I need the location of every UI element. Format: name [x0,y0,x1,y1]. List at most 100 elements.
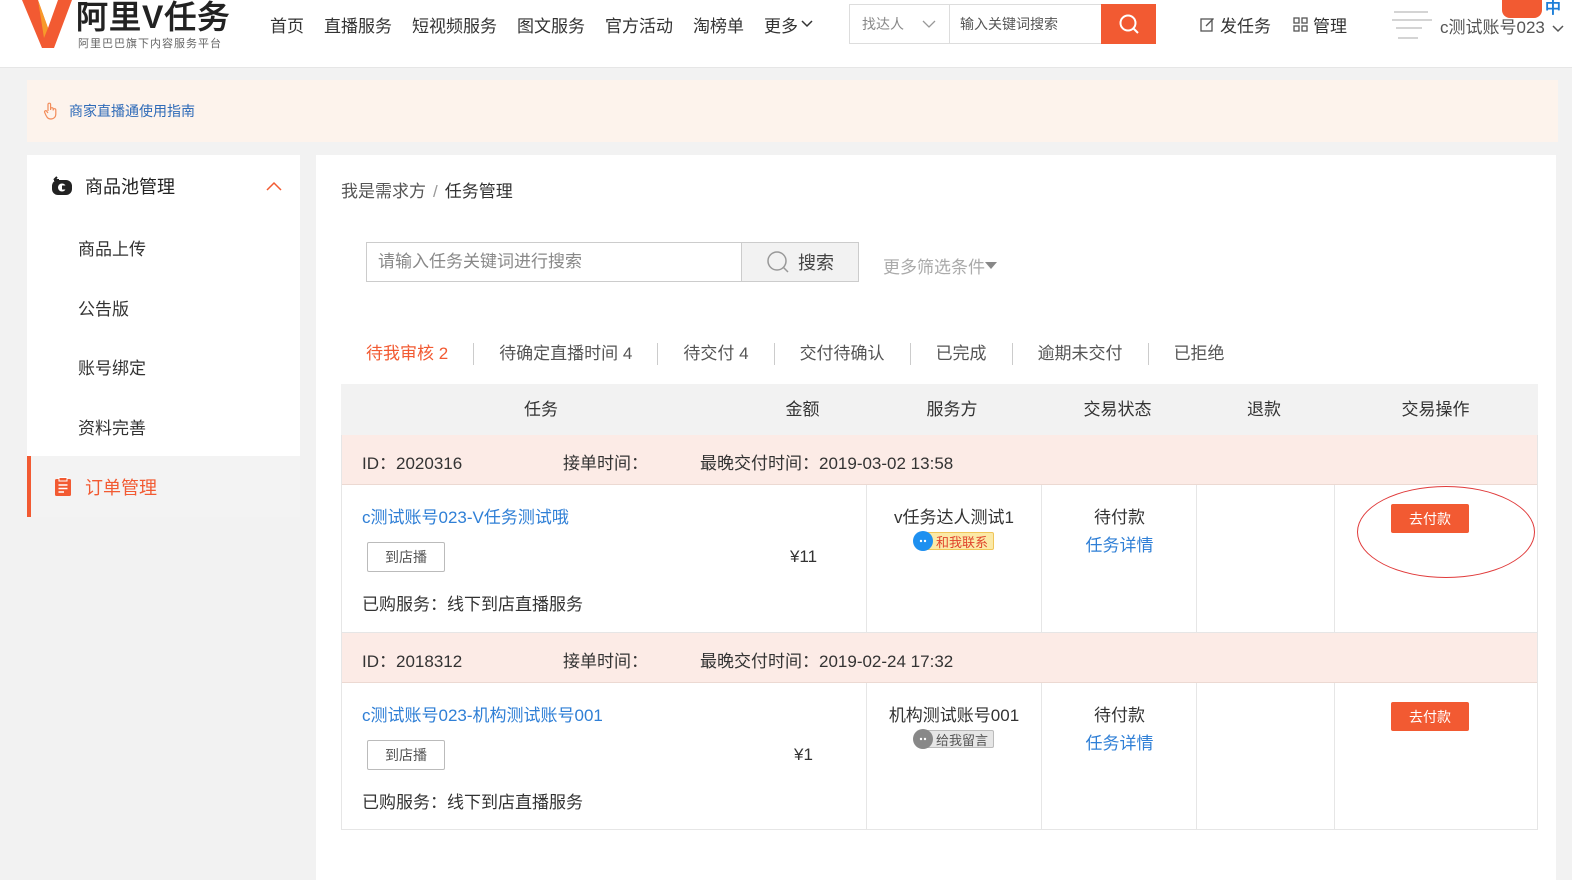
breadcrumb-current: 任务管理 [444,182,513,201]
tab-pending-delivery[interactable]: 待交付 4 [657,343,773,365]
table-header: 任务 金额 服务方 交易状态 退款 交易操作 [341,384,1538,435]
sidebar-item-order-management[interactable]: 订单管理 [27,456,300,517]
task-detail-link[interactable]: 任务详情 [1042,531,1197,556]
account-name: c测试账号023 [1440,18,1545,37]
leave-message-button[interactable]: 给我留言 [913,729,995,749]
product-pool-icon [52,176,72,195]
task-title-link[interactable]: c测试账号023-机构测试账号001 [362,701,603,726]
sidebar: 商品池管理 商品上传 公告版 账号绑定 资料完善 订单管理 [27,155,300,517]
bought-service: 已购服务：线下到店直播服务 [362,595,583,614]
tab-pending-review[interactable]: 待我审核 2 [341,343,473,365]
main-nav: 首页 直播服务 短视频服务 图文服务 官方活动 淘榜单 更多 [260,0,823,48]
search-type-select[interactable]: 找达人 [850,5,950,43]
sidebar-item-bulletin[interactable]: 公告版 [27,277,300,337]
order-id: ID：2018312 [362,652,463,671]
avatar-image-icon [1388,4,1436,48]
column-header-action: 交易操作 [1401,400,1470,419]
search-icon [767,251,789,273]
sidebar-group-label: 商品池管理 [85,177,175,197]
sidebar-item-label: 商品上传 [78,239,146,259]
sidebar-item-label: 资料完善 [78,418,146,438]
order-id: ID：2020316 [362,454,463,473]
sidebar-item-label: 公告版 [78,299,129,319]
grid-icon [1293,16,1308,32]
column-divider [1196,485,1197,632]
avatar[interactable] [1388,4,1436,48]
column-header-provider: 服务方 [926,400,978,419]
service-tag: 到店播 [367,740,445,770]
global-search-input[interactable] [950,5,1101,43]
trade-status: 待付款 [1094,706,1145,725]
brand-subtitle: 阿里巴巴旗下内容服务平台 [78,38,222,50]
sidebar-item-product-upload[interactable]: 商品上传 [27,217,300,277]
chevron-down-icon [1552,25,1564,33]
chevron-up-icon [266,181,282,191]
brand-title: 阿里V任务 [76,0,231,35]
contact-me-button[interactable]: 和我联系 [913,531,995,551]
corner-text: 中 [1545,0,1562,17]
trade-status: 待付款 [1094,508,1145,527]
order-accept-time: 接单时间： [563,652,648,671]
chevron-down-icon [922,20,936,28]
chevron-down-icon [801,20,813,28]
order-amount: ¥1 [794,745,813,764]
task-title-link[interactable]: c测试账号023-V任务测试哦 [362,503,569,528]
order-row: ID：2018312 接单时间： 最晚交付时间：2019-02-24 17:32… [341,633,1538,830]
tab-rejected[interactable]: 已拒绝 [1147,343,1250,365]
main-content: 我是需求方 / 任务管理 搜索 更多筛选条件 待我审核 2 待确定直播时间 4 待交… [316,155,1556,880]
nav-live-service[interactable]: 直播服务 [314,12,402,37]
corner-badge [1502,0,1542,18]
leave-message-label: 给我留言 [925,730,995,748]
global-search: 找达人 [849,4,1156,44]
nav-taobao-rank[interactable]: 淘榜单 [683,12,754,37]
notice-bar: 商家直播通使用指南 [27,80,1558,142]
tab-delivery-confirm[interactable]: 交付待确认 [773,343,910,365]
header-actions: 发任务 管理 [1200,0,1369,48]
breadcrumb-parent[interactable]: 我是需求方 [341,182,426,201]
logo[interactable]: 阿里V任务 阿里巴巴旗下内容服务平台 [18,0,258,54]
global-search-button[interactable] [1101,4,1156,44]
search-icon [1119,14,1139,34]
tab-overdue[interactable]: 逾期未交付 [1011,343,1148,365]
live-guide-link[interactable]: 商家直播通使用指南 [69,101,195,121]
breadcrumb-separator: / [433,182,438,201]
search-type-value: 找达人 [862,16,904,32]
task-search-input[interactable] [366,242,742,282]
nav-short-video[interactable]: 短视频服务 [402,12,507,37]
edit-icon [1200,17,1214,32]
clipboard-icon [55,476,71,496]
nav-home[interactable]: 首页 [260,12,314,37]
sidebar-group-product-pool[interactable]: 商品池管理 [27,155,300,217]
tab-completed[interactable]: 已完成 [909,343,1012,365]
contact-label: 和我联系 [925,532,995,550]
task-search-button[interactable]: 搜索 [741,242,859,282]
status-tabs: 待我审核 2 待确定直播时间 4 待交付 4 交付待确认 已完成 逾期未交付 已… [341,341,1250,367]
column-divider [1334,485,1335,632]
sidebar-item-profile[interactable]: 资料完善 [27,396,300,456]
nav-more-label: 更多 [764,16,798,36]
manage-label: 管理 [1313,16,1347,36]
manage-link[interactable]: 管理 [1293,12,1347,37]
order-accept-time: 接单时间： [563,454,648,473]
post-task-link[interactable]: 发任务 [1200,12,1271,37]
column-header-status: 交易状态 [1083,400,1152,419]
sidebar-item-label: 账号绑定 [78,358,146,378]
caret-down-icon [985,261,997,269]
nav-official-events[interactable]: 官方活动 [595,12,683,37]
order-deadline: 最晚交付时间：2019-03-02 13:58 [700,454,954,473]
chat-icon [913,531,933,551]
pay-button[interactable]: 去付款 [1391,702,1469,731]
nav-article-service[interactable]: 图文服务 [507,12,595,37]
order-amount: ¥11 [789,547,818,566]
task-detail-link[interactable]: 任务详情 [1042,729,1197,754]
column-divider [1334,683,1335,830]
nav-more[interactable]: 更多 [754,12,823,37]
sidebar-item-account-binding[interactable]: 账号绑定 [27,336,300,396]
hand-pointer-icon [43,102,57,120]
more-filter-toggle[interactable]: 更多筛选条件 [883,253,997,278]
column-divider [1196,683,1197,830]
tab-pending-live-time[interactable]: 待确定直播时间 4 [473,343,657,365]
bought-service: 已购服务：线下到店直播服务 [362,793,583,812]
pay-button[interactable]: 去付款 [1391,504,1469,533]
order-header: ID：2020316 接单时间： 最晚交付时间：2019-03-02 13:58 [342,435,1537,485]
